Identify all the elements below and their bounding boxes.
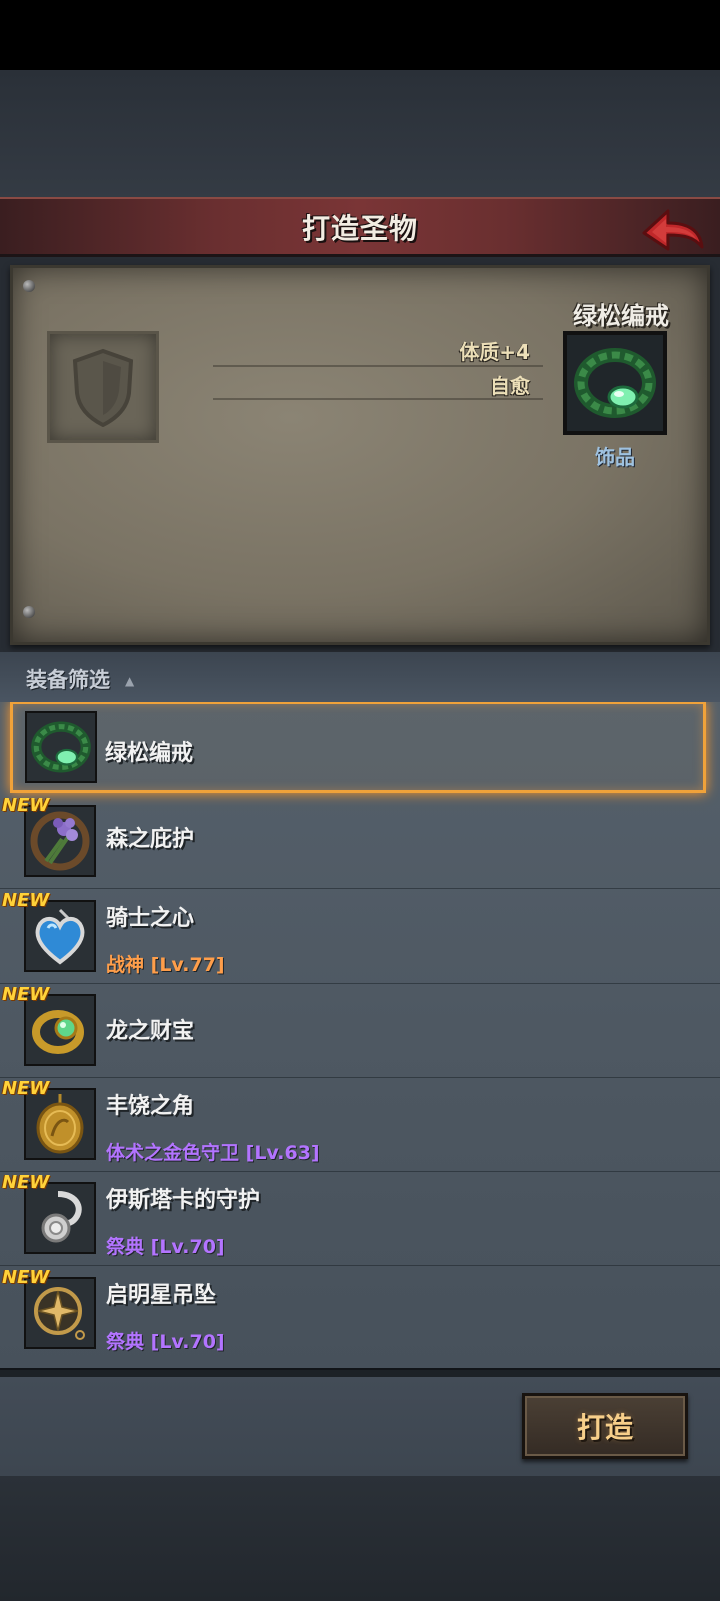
stat-text: 体质+4 <box>459 340 530 364</box>
item-name: 森之庇护 <box>106 827 195 852</box>
silver-amulet-icon <box>41 1191 82 1243</box>
background-bottom <box>0 1476 720 1601</box>
item-name: 骑士之心 <box>106 906 195 931</box>
filter-bar: 装备筛选 ▲ <box>0 652 720 702</box>
list-item[interactable]: NEW 森之庇护 <box>0 795 720 889</box>
new-badge: NEW <box>2 890 50 911</box>
shield-icon <box>72 348 134 427</box>
filter-label[interactable]: 装备筛选 <box>26 664 110 694</box>
back-arrow-icon <box>642 209 704 251</box>
forge-button-label: 打造 <box>576 1411 633 1444</box>
item-name: 龙之财宝 <box>106 1019 195 1044</box>
green-ring-icon <box>31 721 91 773</box>
new-badge: NEW <box>2 1172 50 1193</box>
stat-divider <box>213 365 543 367</box>
filter-toggle-icon[interactable]: ▲ <box>125 674 134 688</box>
new-badge: NEW <box>2 984 50 1005</box>
rivet <box>23 280 35 292</box>
list-item[interactable]: NEW 启明星吊坠 祭典 [Lv.70] <box>0 1267 720 1361</box>
list-item[interactable]: 绿松编戒 <box>10 702 706 793</box>
new-badge: NEW <box>2 1078 50 1099</box>
item-name: 绿松编戒 <box>105 741 194 766</box>
item-type-label: 饰品 <box>595 445 635 469</box>
item-set-name: 战神 <box>106 954 145 976</box>
green-ring-icon <box>574 348 656 418</box>
item-set-level: [Lv.70] <box>150 1236 225 1258</box>
item-set-name: 体术之金色守卫 <box>106 1142 240 1164</box>
heart-pendant-icon <box>35 908 85 965</box>
forge-button[interactable]: 打造 <box>522 1393 688 1459</box>
item-set-name: 祭典 <box>106 1236 145 1258</box>
back-button[interactable] <box>638 203 708 255</box>
empty-equipment-slot[interactable] <box>47 331 159 443</box>
gold-medallion-icon <box>36 1094 84 1154</box>
background-top <box>0 70 720 198</box>
gold-ring-icon <box>32 1010 84 1054</box>
item-set-info: 体术之金色守卫 [Lv.63] <box>106 1138 320 1165</box>
compass-star-pendant-icon <box>34 1287 85 1340</box>
stat-text: 自愈 <box>490 374 530 398</box>
new-badge: NEW <box>2 795 50 816</box>
item-list[interactable]: 绿松编戒 NEW 森之庇护 NEW 骑士之心 战神 [Lv.77] NEW 龙之… <box>0 702 720 1368</box>
preview-panel: 体质+4 自愈 绿松编戒 饰品 <box>10 265 710 645</box>
item-icon-frame <box>25 711 97 783</box>
item-set-level: [Lv.77] <box>150 954 225 976</box>
new-badge: NEW <box>2 1267 50 1288</box>
item-set-name: 祭典 <box>106 1331 145 1353</box>
item-set-level: [Lv.63] <box>245 1142 320 1164</box>
lavender-bundle-icon <box>30 811 90 871</box>
item-set-info: 祭典 [Lv.70] <box>106 1327 225 1354</box>
status-bar <box>0 0 720 70</box>
item-set-info: 战神 [Lv.77] <box>106 950 225 977</box>
list-item[interactable]: NEW 骑士之心 战神 [Lv.77] <box>0 890 720 984</box>
list-item[interactable]: NEW 丰饶之角 体术之金色守卫 [Lv.63] <box>0 1078 720 1172</box>
item-set-info: 祭典 [Lv.70] <box>106 1232 225 1259</box>
selected-item-name: 绿松编戒 <box>573 302 669 330</box>
item-name: 启明星吊坠 <box>106 1283 217 1308</box>
list-item[interactable]: NEW 伊斯塔卡的守护 祭典 [Lv.70] <box>0 1172 720 1266</box>
title-banner: 打造圣物 <box>0 197 720 257</box>
selected-item-frame <box>563 331 667 435</box>
rivet <box>23 606 35 618</box>
action-bar: 打造 <box>0 1377 720 1476</box>
page-title: 打造圣物 <box>301 211 418 245</box>
item-set-level: [Lv.70] <box>150 1331 225 1353</box>
list-item[interactable]: NEW 龙之财宝 <box>0 984 720 1078</box>
item-name: 伊斯塔卡的守护 <box>106 1188 261 1213</box>
item-name: 丰饶之角 <box>106 1094 195 1119</box>
list-bottom-edge <box>0 1368 720 1377</box>
